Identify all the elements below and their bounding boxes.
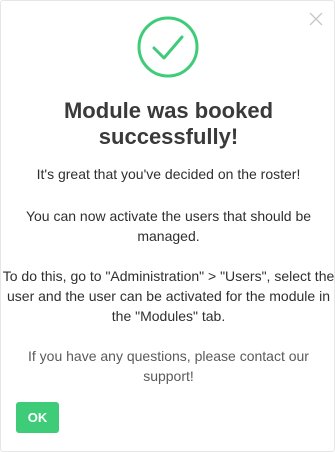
- message-roster: It's great that you've decided on the ro…: [36, 166, 301, 182]
- ok-button[interactable]: OK: [16, 402, 59, 433]
- checkmark-circle-icon: [137, 16, 199, 78]
- message-activate-users: You can now activate the users that shou…: [25, 208, 312, 244]
- dialog-title: Module was booked successfully!: [63, 98, 274, 149]
- success-dialog: Module was booked successfully! It's gre…: [0, 0, 335, 452]
- message-support: If you have any questions, please contac…: [28, 348, 309, 384]
- message-instructions: To do this, go to "Administration" > "Us…: [2, 268, 335, 324]
- close-icon[interactable]: [308, 11, 324, 27]
